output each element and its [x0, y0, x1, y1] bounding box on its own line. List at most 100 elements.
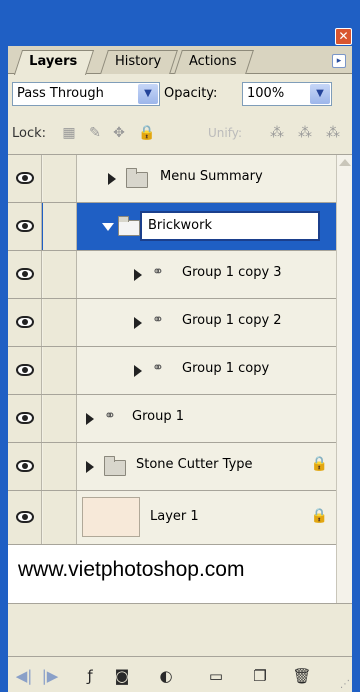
tab-actions-label: Actions: [189, 54, 237, 69]
lock-row: Lock: ▦ ✎ ✥ 🔒 Unify: ⁂ ⁂ ⁂: [8, 120, 352, 148]
eye-icon: [16, 172, 34, 184]
close-button[interactable]: ✕: [335, 28, 352, 45]
unify-visibility-icon[interactable]: ⁂: [296, 124, 314, 142]
folder-icon: [118, 216, 140, 236]
lock-position-move-icon[interactable]: ✥: [110, 124, 128, 142]
eye-icon: [16, 316, 34, 328]
expand-triangle-icon[interactable]: [86, 461, 94, 473]
panel-titlebar[interactable]: [0, 0, 360, 42]
lock-icon: 🔒: [310, 508, 328, 524]
group-link-icon: ⚭: [104, 408, 116, 424]
layers-list[interactable]: Menu Summary Brickwork ⚭ Group 1 copy 3: [8, 154, 352, 604]
scroll-up-arrow-icon[interactable]: [339, 159, 351, 166]
group-link-icon: ⚭: [152, 360, 164, 376]
adjustment-layer-icon[interactable]: ◐: [154, 665, 178, 687]
new-group-icon[interactable]: ▭: [204, 665, 228, 687]
layer-row[interactable]: ⚭ Group 1 copy: [8, 347, 336, 395]
visibility-toggle[interactable]: [8, 299, 42, 346]
link-cell[interactable]: [43, 395, 77, 442]
link-cell[interactable]: [43, 491, 77, 544]
visibility-toggle[interactable]: [8, 155, 42, 202]
unify-position-icon[interactable]: ⁂: [268, 124, 286, 142]
link-cell[interactable]: [43, 203, 77, 250]
tab-bar: Actions History Layers ▸: [8, 46, 352, 75]
blend-mode-select[interactable]: Pass Through ▼: [12, 82, 160, 106]
eye-icon: [16, 220, 34, 232]
blend-row: Pass Through ▼ Opacity: 100% ▼: [8, 80, 352, 110]
expand-triangle-icon[interactable]: [134, 317, 142, 329]
layer-row-selected[interactable]: Brickwork: [8, 203, 336, 251]
lock-transparency-icon[interactable]: ▦: [60, 124, 78, 142]
eye-icon: [16, 460, 34, 472]
visibility-toggle[interactable]: [8, 203, 42, 250]
folder-icon: [104, 456, 126, 476]
group-link-icon: ⚭: [152, 312, 164, 328]
lock-icon: 🔒: [310, 456, 328, 472]
visibility-toggle[interactable]: [8, 251, 42, 298]
eye-icon: [16, 364, 34, 376]
layer-row[interactable]: ⚭ Group 1 copy 3: [8, 251, 336, 299]
folder-icon: [126, 168, 148, 188]
layer-thumbnail: [82, 497, 140, 537]
layer-name: Group 1 copy 2: [182, 313, 282, 328]
layer-name: Group 1 copy 3: [182, 265, 282, 280]
watermark-text: www.vietphotoshop.com: [18, 558, 245, 581]
layers-panel-window: ✕ Actions History Layers ▸ Pass Through …: [0, 0, 360, 692]
eye-icon: [16, 511, 34, 523]
layer-row[interactable]: Stone Cutter Type 🔒: [8, 443, 336, 491]
layer-row[interactable]: Menu Summary: [8, 155, 336, 203]
next-layer-icon[interactable]: |▶: [38, 665, 62, 687]
add-mask-icon[interactable]: ◙: [110, 665, 134, 687]
tab-layers[interactable]: Layers: [13, 50, 95, 75]
expand-triangle-icon[interactable]: [108, 173, 116, 185]
opacity-value: 100%: [247, 86, 285, 101]
visibility-toggle[interactable]: [8, 395, 42, 442]
resize-grip-icon[interactable]: ⋰: [340, 679, 350, 690]
expand-triangle-icon[interactable]: [134, 269, 142, 281]
visibility-toggle[interactable]: [8, 347, 42, 394]
link-cell[interactable]: [43, 443, 77, 490]
tab-layers-label: Layers: [29, 54, 78, 69]
layer-style-icon[interactable]: ƒ: [78, 665, 102, 687]
layer-name: Stone Cutter Type: [136, 457, 253, 472]
chevron-down-icon: ▼: [138, 84, 158, 104]
group-link-icon: ⚭: [152, 264, 164, 280]
layers-toolbar: ◀| |▶ ƒ ◙ ◐ ▭ ❐ 🗑 ⋰: [8, 656, 352, 692]
tab-history-label: History: [115, 54, 162, 69]
layers-scrollbar[interactable]: [336, 155, 352, 603]
lock-pixels-brush-icon[interactable]: ✎: [86, 124, 104, 142]
trash-icon[interactable]: 🗑: [290, 665, 314, 687]
unify-label: Unify:: [208, 126, 243, 140]
layer-name-input[interactable]: Brickwork: [140, 211, 320, 241]
layer-name: Group 1 copy: [182, 361, 270, 376]
layer-row[interactable]: ⚭ Group 1 copy 2: [8, 299, 336, 347]
blend-mode-value: Pass Through: [17, 86, 104, 101]
collapse-triangle-icon[interactable]: [102, 223, 114, 231]
eye-icon: [16, 268, 34, 280]
unify-style-icon[interactable]: ⁂: [324, 124, 342, 142]
lock-label: Lock:: [12, 126, 47, 141]
eye-icon: [16, 412, 34, 424]
link-cell[interactable]: [43, 299, 77, 346]
layer-row[interactable]: ⚭ Group 1: [8, 395, 336, 443]
layer-name: Layer 1: [150, 509, 199, 524]
layer-name: Group 1: [132, 409, 184, 424]
lock-all-icon[interactable]: 🔒: [138, 124, 156, 142]
chevron-down-icon: ▼: [310, 84, 330, 104]
tab-history[interactable]: History: [100, 50, 179, 74]
link-cell[interactable]: [43, 347, 77, 394]
visibility-toggle[interactable]: [8, 443, 42, 490]
link-cell[interactable]: [43, 251, 77, 298]
link-cell[interactable]: [43, 155, 77, 202]
expand-triangle-icon[interactable]: [86, 413, 94, 425]
expand-triangle-icon[interactable]: [134, 365, 142, 377]
opacity-select[interactable]: 100% ▼: [242, 82, 332, 106]
link-layers-icon[interactable]: ◀|: [12, 665, 36, 687]
new-layer-icon[interactable]: ❐: [248, 665, 272, 687]
tab-actions[interactable]: Actions: [174, 50, 254, 74]
opacity-label: Opacity:: [164, 86, 218, 101]
visibility-toggle[interactable]: [8, 491, 42, 544]
layer-name: Menu Summary: [160, 169, 263, 184]
layer-row[interactable]: Layer 1 🔒: [8, 491, 336, 545]
panel-menu-button[interactable]: ▸: [332, 54, 346, 68]
